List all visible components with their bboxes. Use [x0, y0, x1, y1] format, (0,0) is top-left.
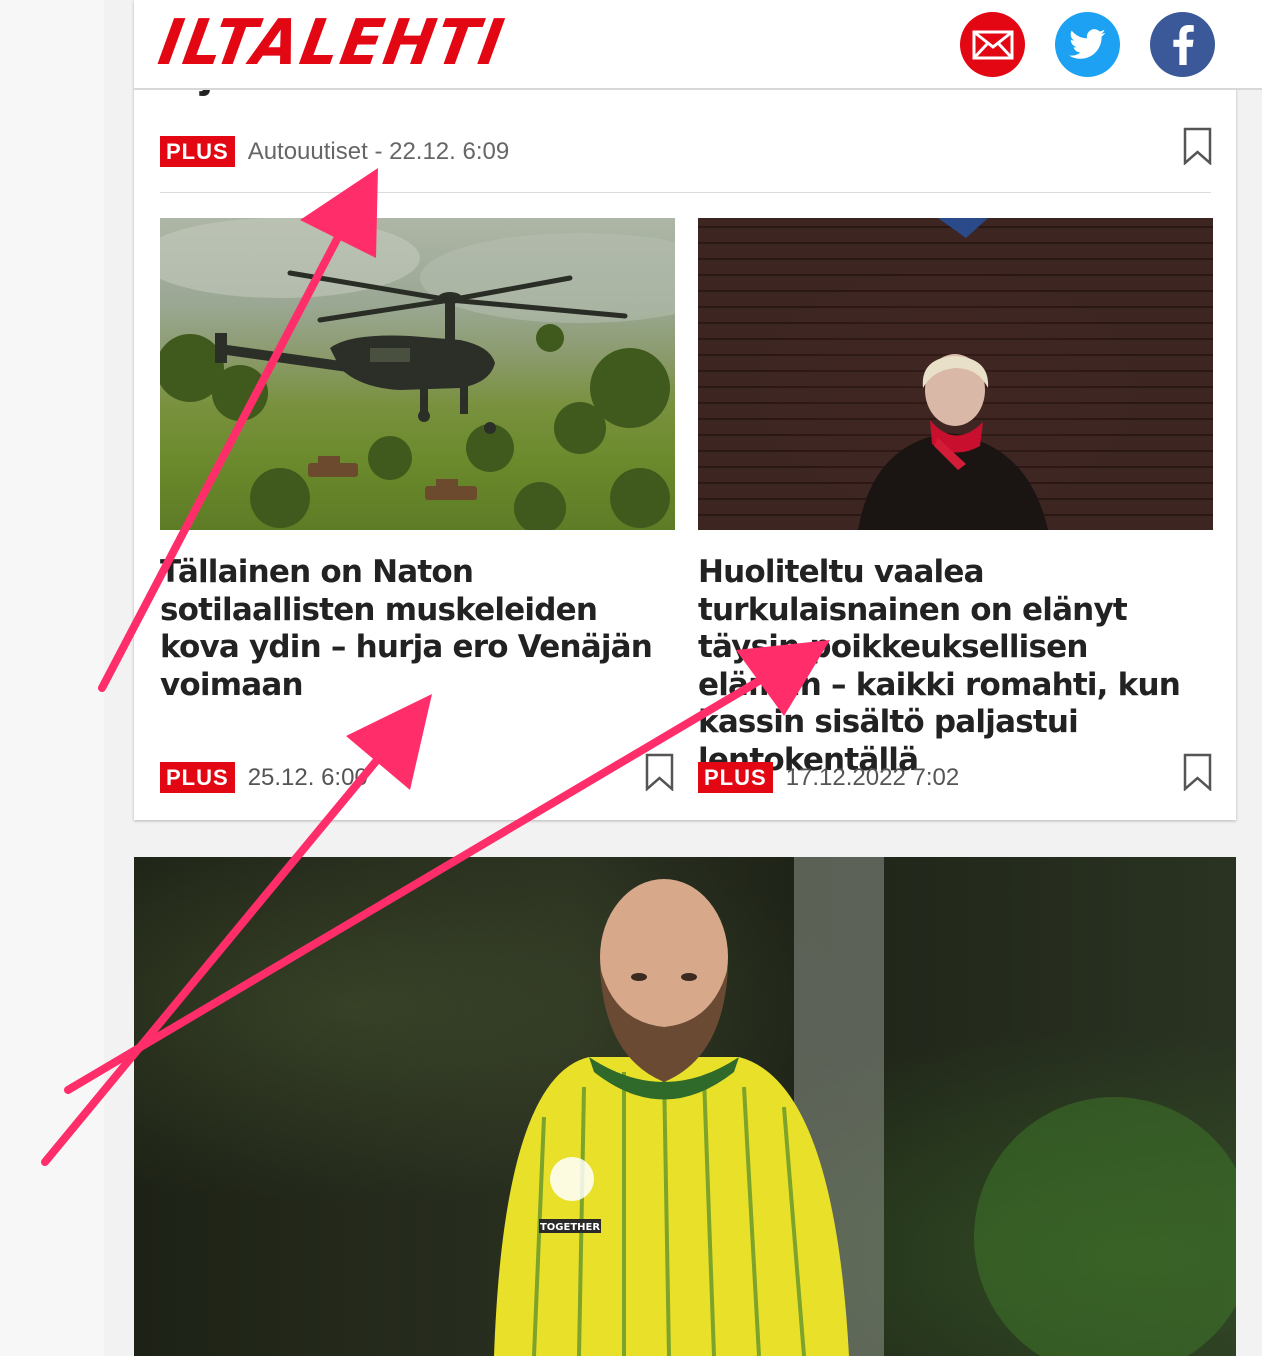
email-icon: [972, 30, 1013, 59]
category-date: Autouutiset - 22.12. 6:09: [247, 137, 510, 165]
share-facebook-button[interactable]: [1150, 12, 1215, 77]
article-date: 17.12.2022 7:02: [785, 763, 960, 791]
site-logo[interactable]: ILTALEHTI: [154, 6, 511, 80]
bookmark-icon[interactable]: [1183, 127, 1212, 170]
bookmark-icon[interactable]: [1183, 753, 1212, 796]
article-date: 25.12. 6:00: [247, 763, 368, 791]
plus-badge: PLUS: [698, 762, 773, 793]
share-email-button[interactable]: [960, 12, 1025, 77]
twitter-icon: [1068, 28, 1105, 59]
hero-image-footballer[interactable]: TOGETHER: [134, 857, 1236, 1356]
bookmark-icon[interactable]: [645, 753, 674, 796]
plus-badge: PLUS: [160, 762, 235, 793]
divider: [160, 192, 1211, 193]
article-headline[interactable]: Tällainen on Naton sotilaallisten muskel…: [160, 554, 675, 704]
article-image-helicopter[interactable]: [160, 218, 675, 530]
share-twitter-button[interactable]: [1055, 12, 1120, 77]
site-header: ILTALEHTI: [134, 0, 1262, 90]
shirt-sponsor-text: TOGETHER: [540, 1222, 600, 1233]
facebook-icon: [1172, 24, 1194, 65]
article-meta: PLUS 17.12.2022 7:02: [698, 762, 959, 793]
article-meta: PLUS 25.12. 6:00: [160, 762, 368, 793]
left-gutter: [0, 0, 104, 1356]
article-card: sijoittuu PLUS Autouutiset - 22.12. 6:09: [134, 0, 1236, 820]
article-image-woman[interactable]: [698, 218, 1213, 530]
previous-article-meta: PLUS Autouutiset - 22.12. 6:09: [160, 136, 509, 167]
plus-badge: PLUS: [160, 136, 235, 167]
article-headline[interactable]: Huoliteltu vaalea turkulaisnainen on elä…: [698, 554, 1213, 779]
